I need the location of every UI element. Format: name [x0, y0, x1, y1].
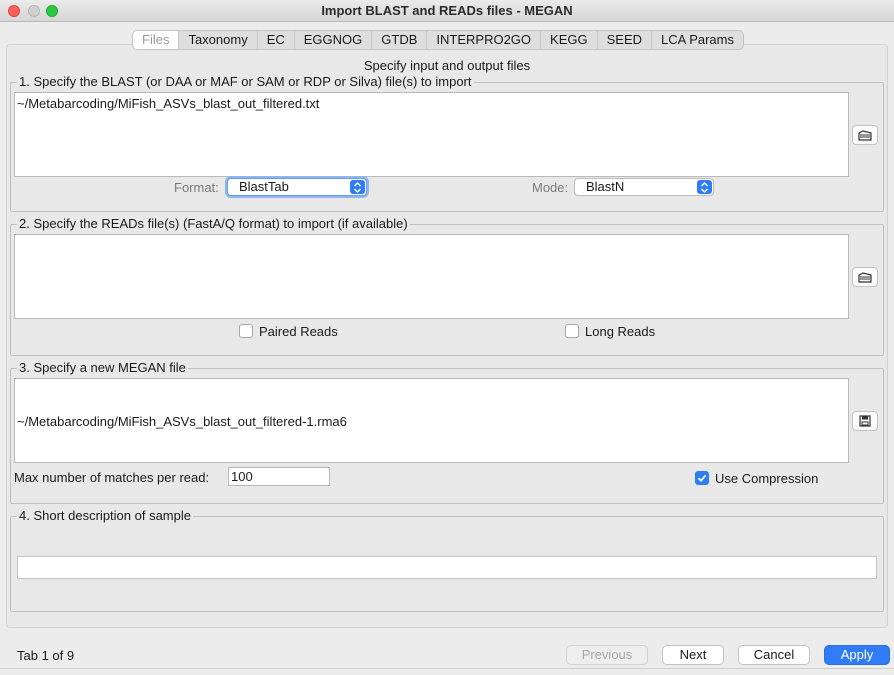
description-input[interactable] [17, 556, 877, 579]
apply-button[interactable]: Apply [824, 645, 890, 665]
max-matches-input[interactable]: 100 [228, 467, 330, 486]
tab-files[interactable]: Files [133, 31, 180, 49]
megan-file-save-button[interactable] [852, 411, 878, 431]
format-select-value: BlastTab [239, 179, 289, 194]
format-select[interactable]: BlastTab [227, 178, 367, 196]
tab-eggnog[interactable]: EGGNOG [295, 31, 373, 49]
stepper-icon [697, 180, 712, 194]
tab-interpro2go[interactable]: INTERPRO2GO [427, 31, 542, 49]
max-matches-label: Max number of matches per read: [14, 470, 210, 485]
mode-select[interactable]: BlastN [574, 178, 714, 196]
reads-file-input[interactable] [14, 234, 849, 319]
format-label: Format: [174, 180, 219, 195]
previous-button[interactable]: Previous [566, 645, 648, 665]
tab-lca-params[interactable]: LCA Params [652, 31, 743, 49]
minimize-window-button[interactable] [28, 5, 40, 17]
reads-file-section-legend: 2. Specify the READs file(s) (FastA/Q fo… [17, 216, 410, 232]
megan-file-input[interactable]: ~/Metabarcoding/MiFish_ASVs_blast_out_fi… [14, 378, 849, 463]
cancel-button[interactable]: Cancel [738, 645, 810, 665]
next-button[interactable]: Next [662, 645, 724, 665]
save-disk-icon [859, 415, 871, 427]
use-compression-checkbox[interactable] [695, 471, 709, 485]
tab-ec[interactable]: EC [258, 31, 295, 49]
megan-file-section-legend: 3. Specify a new MEGAN file [17, 360, 188, 376]
blast-file-browse-button[interactable] [852, 125, 878, 145]
tab-gtdb[interactable]: GTDB [372, 31, 428, 49]
maximize-window-button[interactable] [46, 5, 58, 17]
description-section-legend: 4. Short description of sample [17, 508, 193, 524]
tab-seed[interactable]: SEED [598, 31, 653, 49]
reads-file-browse-button[interactable] [852, 267, 878, 287]
footer-separator [0, 668, 894, 669]
paired-reads-label: Paired Reads [259, 324, 338, 339]
blast-file-input[interactable]: ~/Metabarcoding/MiFish_ASVs_blast_out_fi… [14, 92, 849, 177]
mode-select-value: BlastN [586, 179, 625, 194]
tab-bar: Files Taxonomy EC EGGNOG GTDB INTERPRO2G… [132, 30, 744, 50]
open-folder-icon [858, 271, 872, 283]
long-reads-checkbox[interactable] [565, 324, 579, 338]
window-title: Import BLAST and READs files - MEGAN [321, 3, 573, 18]
close-window-button[interactable] [8, 5, 20, 17]
mode-label: Mode: [532, 180, 569, 195]
long-reads-label: Long Reads [585, 324, 656, 339]
page-heading: Specify input and output files [363, 58, 531, 73]
tab-status: Tab 1 of 9 [17, 648, 75, 663]
title-bar: Import BLAST and READs files - MEGAN [0, 0, 894, 22]
stepper-icon [350, 180, 365, 194]
paired-reads-checkbox[interactable] [239, 324, 253, 338]
blast-file-section-legend: 1. Specify the BLAST (or DAA or MAF or S… [17, 74, 474, 90]
open-folder-icon [858, 129, 872, 141]
tab-taxonomy[interactable]: Taxonomy [179, 31, 258, 49]
checkmark-icon [697, 474, 707, 483]
tab-kegg[interactable]: KEGG [541, 31, 598, 49]
use-compression-label: Use Compression [715, 471, 819, 486]
